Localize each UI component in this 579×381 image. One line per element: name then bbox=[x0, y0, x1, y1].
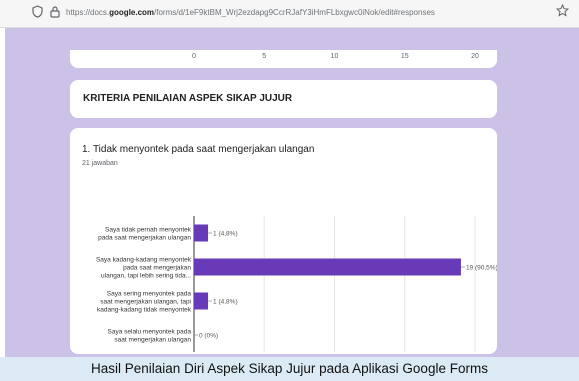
url-prefix: https://docs. bbox=[66, 8, 110, 17]
prev-tick-label: 5 bbox=[262, 53, 266, 60]
bar-data-label: 1 (4,8%) bbox=[213, 299, 238, 306]
prev-tick-label: 10 bbox=[331, 53, 339, 60]
prev-tick-label: 20 bbox=[471, 53, 479, 60]
bar-data-label: 0 (0%) bbox=[199, 333, 218, 340]
prev-tick-label: 0 bbox=[192, 53, 196, 60]
url-path: /forms/d/1eF9ktBM_Wrj2ezdapg9CcrRJafY3iH… bbox=[154, 8, 435, 17]
question-card: 1. Tidak menyontek pada saat mengerjakan… bbox=[70, 128, 497, 354]
shield-icon[interactable] bbox=[32, 5, 43, 21]
bar-data-label: 19 (90,5%) bbox=[466, 265, 497, 272]
left-edge bbox=[0, 28, 5, 357]
category-label: Saya selalu menyontek pada saat mengerjak… bbox=[108, 329, 192, 344]
category-label: Saya sering menyontek pada saat mengerjak… bbox=[97, 291, 192, 314]
bar[interactable] bbox=[194, 224, 209, 242]
bar[interactable] bbox=[194, 258, 461, 276]
browser-toolbar: https://docs.google.com/forms/d/1eF9ktBM… bbox=[0, 0, 579, 28]
prev-tick-label: 15 bbox=[401, 53, 409, 60]
forms-page-background: 0 5 10 15 20 KRITERIA PENILAIAN ASPEK SIKAP … bbox=[0, 28, 579, 357]
bar-data-label: 1 (4,8%) bbox=[213, 231, 238, 238]
section-header-card: KRITERIA PENILAIAN ASPEK SIKAP JUJUR bbox=[70, 80, 497, 118]
address-bar-url[interactable]: https://docs.google.com/forms/d/1eF9ktBM… bbox=[66, 8, 435, 17]
figure-caption: Hasil Penilaian Diri Aspek Sikap Jujur p… bbox=[0, 357, 579, 381]
section-title: KRITERIA PENILAIAN ASPEK SIKAP JUJUR bbox=[83, 93, 293, 104]
lock-icon[interactable] bbox=[50, 5, 60, 21]
bar[interactable] bbox=[194, 292, 209, 310]
url-domain: google.com bbox=[109, 8, 155, 17]
category-label: Saya kadang-kadang menyontek pada saat me… bbox=[96, 257, 192, 280]
previous-chart-card: 0 5 10 15 20 bbox=[70, 50, 497, 68]
category-label: Saya tidak pernah menyontek pada saat men… bbox=[98, 227, 192, 242]
response-bar-chart: 051015201 (4,8%)Saya tidak pernah menyon… bbox=[96, 216, 497, 352]
previous-chart-axis: 0 5 10 15 20 bbox=[192, 53, 479, 60]
star-icon[interactable] bbox=[555, 3, 570, 20]
